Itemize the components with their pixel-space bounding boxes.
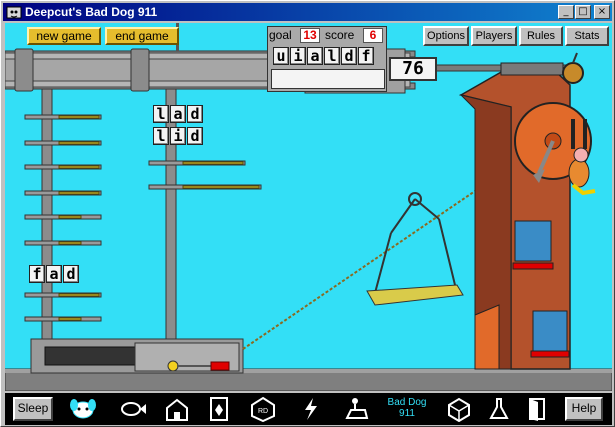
game-area: new game end game goal 13 score 6 u i a … [5,23,612,391]
close-button[interactable]: × [594,5,610,19]
score-value: 6 [363,28,383,43]
found-word-letter: d [63,265,79,283]
door-icon[interactable] [523,396,551,422]
lightning-icon[interactable] [297,396,325,422]
game-window: Deepcut's Bad Dog 911 _ □ × new game end… [0,0,615,427]
schoolhouse-icon[interactable] [163,396,191,422]
letter-tile[interactable]: l [324,47,340,65]
chemistry-icon[interactable] [485,396,513,422]
found-word-letter: l [153,127,169,145]
maximize-button[interactable]: □ [575,5,591,19]
title-bar[interactable]: Deepcut's Bad Dog 911 _ □ × [3,3,612,21]
new-game-button[interactable]: new game [27,27,101,45]
letter-tile[interactable]: i [290,47,306,65]
end-game-button[interactable]: end game [105,27,179,45]
window-title: Deepcut's Bad Dog 911 [25,5,158,19]
rd-badge-icon[interactable]: RD [249,396,277,422]
fish-icon[interactable] [119,396,147,422]
app-name-label: Bad Dog 911 [385,397,429,419]
app-name-line-1: Bad Dog [387,397,427,408]
goal-label: goal [269,28,292,42]
found-word-letter: l [153,105,169,123]
playing-card-icon[interactable] [205,396,233,422]
players-button[interactable]: Players [471,26,517,46]
cube-icon[interactable] [445,396,473,422]
goal-value: 13 [300,28,320,43]
dog-face-icon[interactable] [69,396,97,422]
bottom-toolbar: Sleep RD Bad Dog 911 Help [5,393,612,425]
svg-text:RD: RD [258,408,268,415]
sleep-button[interactable]: Sleep [13,397,53,421]
found-word-letter: a [170,105,186,123]
dog-app-icon [6,6,22,19]
help-button[interactable]: Help [565,397,603,421]
rules-button[interactable]: Rules [519,26,563,46]
found-word-letter: i [170,127,186,145]
options-button[interactable]: Options [423,26,469,46]
letter-tile[interactable]: f [358,47,374,65]
found-word-letter: d [187,105,203,123]
minimize-button[interactable]: _ [558,5,574,19]
timer-display: 76 [389,57,437,81]
word-entry-field[interactable] [271,69,385,89]
found-word-letter: a [46,265,62,283]
letter-tile[interactable]: u [273,47,289,65]
score-label: score [325,28,355,42]
found-word-letter: d [187,127,203,145]
letter-tile[interactable]: a [307,47,323,65]
app-name-line-2: 911 [399,408,415,419]
found-word-letter: f [29,265,45,283]
stats-button[interactable]: Stats [565,26,609,46]
letter-tile[interactable]: d [341,47,357,65]
runner-icon[interactable] [343,396,371,422]
